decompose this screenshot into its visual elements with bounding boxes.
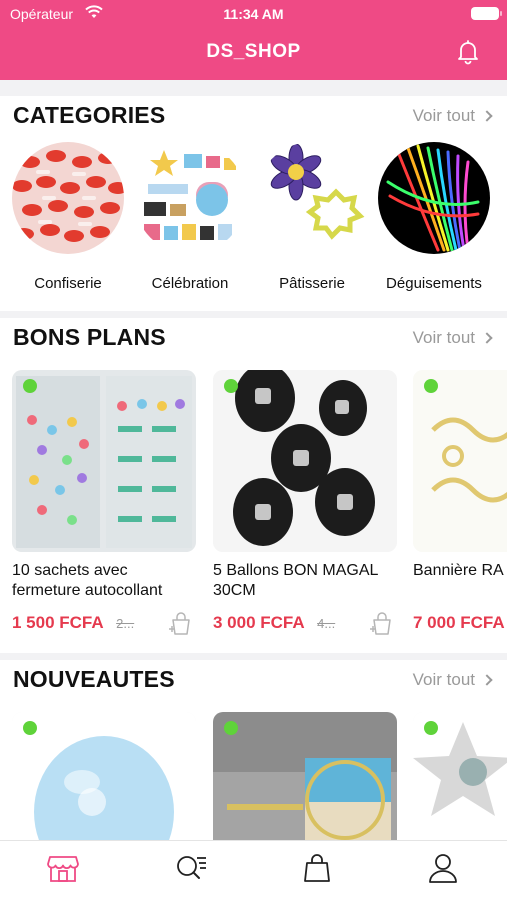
category-patisserie[interactable]: Pâtisserie [256, 142, 368, 292]
app-title: DS_SHOP [206, 41, 301, 62]
category-label: Déguisements [386, 275, 482, 292]
chevron-right-icon [481, 674, 493, 686]
product-name: 5 Ballons BON MAGAL 30CM [213, 562, 378, 599]
bons-plans-see-all-link[interactable]: Voir tout [412, 328, 493, 348]
product-card[interactable] [413, 712, 507, 840]
product-card[interactable] [213, 712, 397, 840]
add-to-cart-icon[interactable] [367, 609, 395, 637]
categories-title: CATEGORIES [13, 102, 166, 128]
product-card[interactable]: 5 Ballons BON MAGAL 30CM 3 000 FCFA 4... [213, 370, 397, 639]
availability-dot [424, 379, 438, 393]
product-card[interactable] [12, 712, 196, 840]
tab-home[interactable] [46, 851, 80, 885]
see-all-label: Voir tout [412, 328, 475, 347]
product-card[interactable]: Bannière RA KAREEM 7 000 FCFA [413, 370, 507, 639]
bell-icon[interactable] [455, 39, 481, 65]
availability-dot [224, 721, 238, 735]
category-image [378, 142, 490, 254]
chevron-right-icon [481, 332, 493, 344]
category-image [256, 142, 368, 254]
bons-plans-title: BONS PLANS [13, 324, 166, 350]
availability-dot [424, 721, 438, 735]
product-name: Bannière RA KAREEM [413, 562, 507, 579]
status-bar: Opérateur 11:34 AM [0, 0, 507, 28]
app-header: Opérateur 11:34 AM DS_SHOP [0, 0, 507, 80]
product-name: 10 sachets avec fermeture autocollant [12, 562, 163, 599]
store-icon [47, 856, 79, 882]
price-row: 1 500 FCFA 2... [12, 612, 196, 639]
price-row: 7 000 FCFA [413, 613, 507, 639]
product-image [213, 712, 397, 840]
chevron-right-icon [481, 110, 493, 122]
availability-dot [23, 721, 37, 735]
product-image [413, 370, 507, 552]
category-label: Confiserie [34, 275, 102, 292]
categories-see-all-link[interactable]: Voir tout [412, 106, 493, 126]
product-price: 7 000 FCFA [413, 613, 505, 632]
category-deguisements[interactable]: Déguisements [378, 142, 490, 292]
category-label: Pâtisserie [279, 275, 345, 292]
category-image [12, 142, 124, 254]
availability-dot [23, 379, 37, 393]
price-row: 3 000 FCFA 4... [213, 612, 397, 639]
see-all-label: Voir tout [412, 670, 475, 689]
nouveautes-section: NOUVEAUTES Voir tout [0, 660, 507, 840]
bottom-tab-bar [0, 840, 507, 900]
category-image [134, 142, 246, 254]
product-old-price: 2... [116, 616, 135, 631]
tab-profile[interactable] [426, 851, 460, 885]
user-icon [429, 854, 457, 883]
categories-section: CATEGORIES Voir tout Confiserie Célébrat… [0, 96, 507, 311]
see-all-label: Voir tout [412, 106, 475, 125]
nouveautes-title: NOUVEAUTES [13, 666, 175, 692]
product-image [12, 712, 196, 840]
nouveautes-see-all-link[interactable]: Voir tout [412, 670, 493, 690]
bons-plans-section: BONS PLANS Voir tout 10 sachets avec fer… [0, 318, 507, 653]
tab-cart[interactable] [300, 851, 334, 885]
shopping-bag-icon [304, 854, 330, 882]
product-image [12, 370, 196, 552]
category-confiserie[interactable]: Confiserie [12, 142, 124, 292]
product-image [413, 712, 507, 840]
availability-dot [224, 379, 238, 393]
add-to-cart-icon[interactable] [166, 609, 194, 637]
product-price: 3 000 FCFA [213, 613, 305, 632]
status-time: 11:34 AM [223, 6, 284, 22]
category-celebration[interactable]: Célébration [134, 142, 246, 292]
product-price: 1 500 FCFA [12, 613, 104, 632]
product-image [213, 370, 397, 552]
tab-search[interactable] [174, 851, 208, 885]
product-card[interactable]: 10 sachets avec fermeture autocollant 1 … [12, 370, 196, 639]
category-label: Célébration [151, 275, 229, 292]
product-old-price: 4... [317, 616, 336, 631]
search-list-icon [177, 856, 206, 879]
battery-icon [471, 7, 502, 20]
